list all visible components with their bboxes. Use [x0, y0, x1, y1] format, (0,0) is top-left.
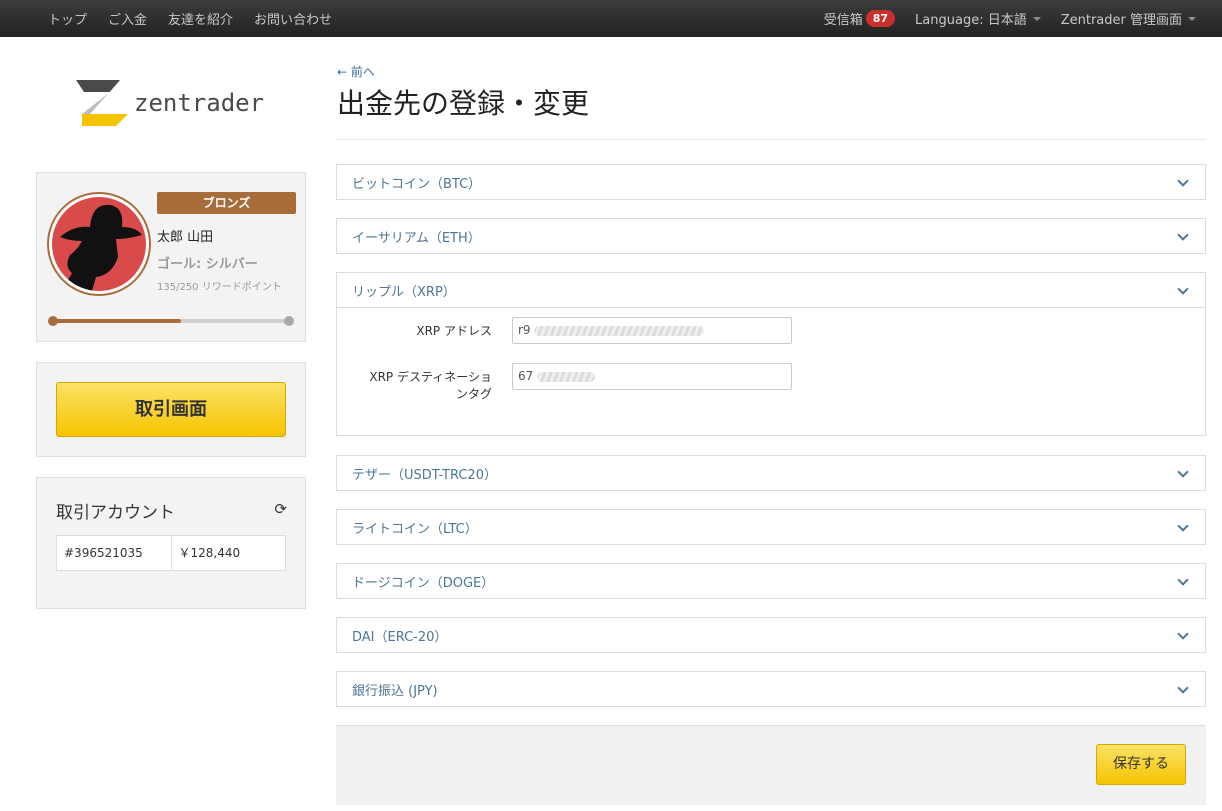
- inbox-count-badge: 87: [865, 10, 896, 27]
- reward-points: 135/250 リワードポイント: [157, 282, 282, 293]
- language-dropdown[interactable]: Language: 日本語: [915, 9, 1041, 28]
- accordion-header-doge[interactable]: ドージコイン（DOGE）: [337, 564, 1205, 598]
- rank-progress-fill: [51, 319, 181, 323]
- redacted-text: [537, 371, 596, 382]
- chevron-down-icon: [1177, 682, 1189, 694]
- admin-dropdown[interactable]: Zentrader 管理画面: [1061, 9, 1196, 28]
- account-balance: ￥128,440: [170, 536, 286, 570]
- accordion-xrp: リップル（XRP） XRP アドレス r9 XRP デスティネーショ ンタグ 6…: [336, 272, 1206, 436]
- rank-progress-bar: [48, 316, 294, 326]
- chevron-down-icon: [1177, 628, 1189, 640]
- trading-account-panel: 取引アカウント ⟳ #396521035 ￥128,440: [36, 477, 306, 609]
- trade-panel: 取引画面: [36, 362, 306, 457]
- title-divider: [337, 139, 1206, 140]
- form-footer: 保存する: [336, 725, 1206, 805]
- xrp-address-value: r9: [518, 323, 531, 337]
- accordion-label: イーサリアム（ETH）: [352, 230, 481, 246]
- account-number: #396521035: [64, 546, 143, 560]
- accordion-btc: ビットコイン（BTC）: [336, 164, 1206, 200]
- accordion-header-usdt[interactable]: テザー（USDT-TRC20）: [337, 456, 1205, 490]
- top-navbar: トップ ご入金 友達を紹介 お問い合わせ 受信箱 87 Language: 日本…: [0, 0, 1222, 37]
- accordion-ltc: ライトコイン（LTC）: [336, 509, 1206, 545]
- accordion-label: ライトコイン（LTC）: [352, 521, 478, 537]
- accordion-doge: ドージコイン（DOGE）: [336, 563, 1206, 599]
- xrp-tag-label-line2: ンタグ: [455, 387, 492, 401]
- save-button[interactable]: 保存する: [1096, 744, 1186, 785]
- accordion-label: テザー（USDT-TRC20）: [352, 467, 497, 483]
- chevron-down-icon: [1032, 16, 1041, 21]
- xrp-tag-input[interactable]: 67: [512, 363, 792, 390]
- logo-text: zentrader: [134, 89, 265, 117]
- chevron-down-icon: [1177, 520, 1189, 532]
- chevron-down-icon: [1177, 229, 1189, 241]
- accordion-label: リップル（XRP）: [352, 284, 456, 300]
- accordion-header-eth[interactable]: イーサリアム（ETH）: [337, 219, 1205, 253]
- accordion-header-xrp[interactable]: リップル（XRP）: [337, 273, 1205, 307]
- rank-badge: ブロンズ: [157, 192, 296, 214]
- progress-end-dot: [284, 316, 294, 326]
- nav-contact-link[interactable]: お問い合わせ: [254, 9, 332, 28]
- xrp-form: XRP アドレス r9 XRP デスティネーショ ンタグ 67: [337, 307, 1205, 435]
- chevron-down-icon: [1177, 574, 1189, 586]
- inbox-link[interactable]: 受信箱 87: [823, 9, 896, 28]
- admin-label: Zentrader 管理画面: [1060, 13, 1182, 28]
- xrp-tag-value: 67: [518, 369, 534, 383]
- xrp-tag-label-line1: XRP デスティネーショ: [369, 370, 492, 384]
- nav-refer-link[interactable]: 友達を紹介: [168, 9, 233, 28]
- cowboy-silhouette-icon: [60, 204, 142, 291]
- chevron-down-icon: [1177, 175, 1189, 187]
- accordion-header-btc[interactable]: ビットコイン（BTC）: [337, 165, 1205, 199]
- nav-links: トップ ご入金 友達を紹介 お問い合わせ: [0, 9, 353, 28]
- nav-top-link[interactable]: トップ: [48, 9, 87, 28]
- accordion-usdt: テザー（USDT-TRC20）: [336, 455, 1206, 491]
- xrp-address-label: XRP アドレス: [416, 324, 492, 338]
- accordion-eth: イーサリアム（ETH）: [336, 218, 1206, 254]
- redacted-text: [534, 325, 705, 336]
- zentrader-logo[interactable]: zentrader: [76, 80, 264, 126]
- progress-start-dot: [48, 316, 58, 326]
- back-link[interactable]: ← 前へ: [337, 63, 375, 80]
- inbox-label: 受信箱: [823, 13, 863, 28]
- language-label: Language: 日本語: [915, 13, 1027, 28]
- avatar: [47, 192, 151, 296]
- xrp-address-input[interactable]: r9: [512, 317, 792, 344]
- chevron-down-icon: [1188, 16, 1196, 21]
- account-title: 取引アカウント: [56, 503, 175, 523]
- chevron-down-icon: [1177, 283, 1189, 295]
- zentrader-logo-icon: [76, 80, 128, 126]
- accordion-label: ドージコイン（DOGE）: [352, 575, 495, 591]
- user-name: 太郎 山田: [157, 230, 214, 245]
- trade-screen-button[interactable]: 取引画面: [56, 382, 286, 437]
- refresh-icon[interactable]: ⟳: [274, 500, 287, 518]
- accordion-label: ビットコイン（BTC）: [352, 176, 482, 192]
- accordion-header-dai[interactable]: DAI（ERC-20）: [337, 618, 1205, 652]
- accordion-bank-jpy: 銀行振込 (JPY): [336, 671, 1206, 707]
- account-table: #396521035 ￥128,440: [56, 535, 286, 571]
- page-title: 出金先の登録・変更: [337, 87, 590, 120]
- xrp-tag-label: XRP デスティネーショ ンタグ: [337, 369, 492, 403]
- accordion-label: DAI（ERC-20）: [352, 629, 448, 645]
- accordion-label: 銀行振込 (JPY): [352, 683, 438, 699]
- nav-right: 受信箱 87 Language: 日本語 Zentrader 管理画面: [804, 9, 1222, 28]
- goal-label: ゴール: シルバー: [157, 257, 258, 272]
- nav-deposit-link[interactable]: ご入金: [108, 9, 147, 28]
- profile-card: ブロンズ 太郎 山田 ゴール: シルバー 135/250 リワードポイント: [36, 172, 306, 342]
- accordion-header-bank-jpy[interactable]: 銀行振込 (JPY): [337, 672, 1205, 706]
- avatar-image: [52, 197, 146, 291]
- accordion-header-ltc[interactable]: ライトコイン（LTC）: [337, 510, 1205, 544]
- accordion-dai: DAI（ERC-20）: [336, 617, 1206, 653]
- chevron-down-icon: [1177, 466, 1189, 478]
